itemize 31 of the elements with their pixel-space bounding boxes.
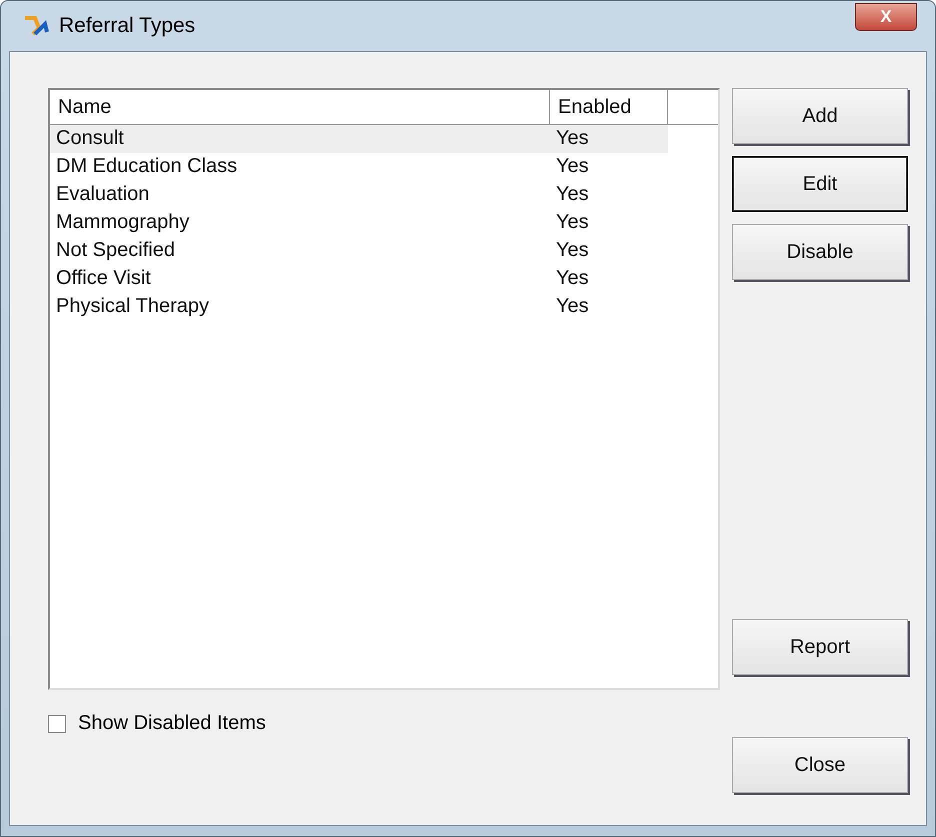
add-button[interactable]: Add [732, 88, 908, 144]
edit-button[interactable]: Edit [732, 156, 908, 212]
close-dialog-button[interactable]: Close [732, 737, 908, 793]
list-row[interactable]: Not Specified Yes [50, 237, 668, 265]
name-cell-text: Not Specified [55, 238, 176, 263]
list-row[interactable]: Consult Yes [50, 125, 668, 153]
list-row[interactable]: Office Visit Yes [50, 265, 668, 293]
list-row[interactable]: Physical Therapy Yes [50, 293, 668, 321]
list-row[interactable]: Mammography Yes [50, 209, 668, 237]
name-cell-text: Consult [55, 126, 125, 151]
checkbox-label: Show Disabled Items [78, 712, 266, 735]
enabled-cell-text: Yes [555, 154, 590, 179]
name-cell-text: Evaluation [55, 182, 150, 207]
name-cell-text: Physical Therapy [55, 294, 210, 319]
app-logo-icon [23, 14, 49, 38]
window-title: Referral Types [59, 14, 196, 38]
enabled-cell-text: Yes [555, 210, 590, 235]
disable-button[interactable]: Disable [732, 224, 908, 280]
list-row[interactable]: Evaluation Yes [50, 181, 668, 209]
enabled-cell-text: Yes [555, 294, 590, 319]
name-cell-text: DM Education Class [55, 154, 238, 179]
list-row[interactable]: DM Education Class Yes [50, 153, 668, 181]
name-cell-text: Mammography [55, 210, 190, 235]
enabled-cell-text: Yes [555, 266, 590, 291]
name-cell-text: Office Visit [55, 266, 152, 291]
column-header[interactable]: Name [50, 90, 550, 124]
enabled-cell-text: Yes [555, 238, 590, 263]
enabled-cell-text: Yes [555, 182, 590, 207]
report-button[interactable]: Report [732, 619, 908, 675]
column-header[interactable]: Enabled [550, 90, 668, 124]
enabled-cell-text: Yes [555, 126, 590, 151]
